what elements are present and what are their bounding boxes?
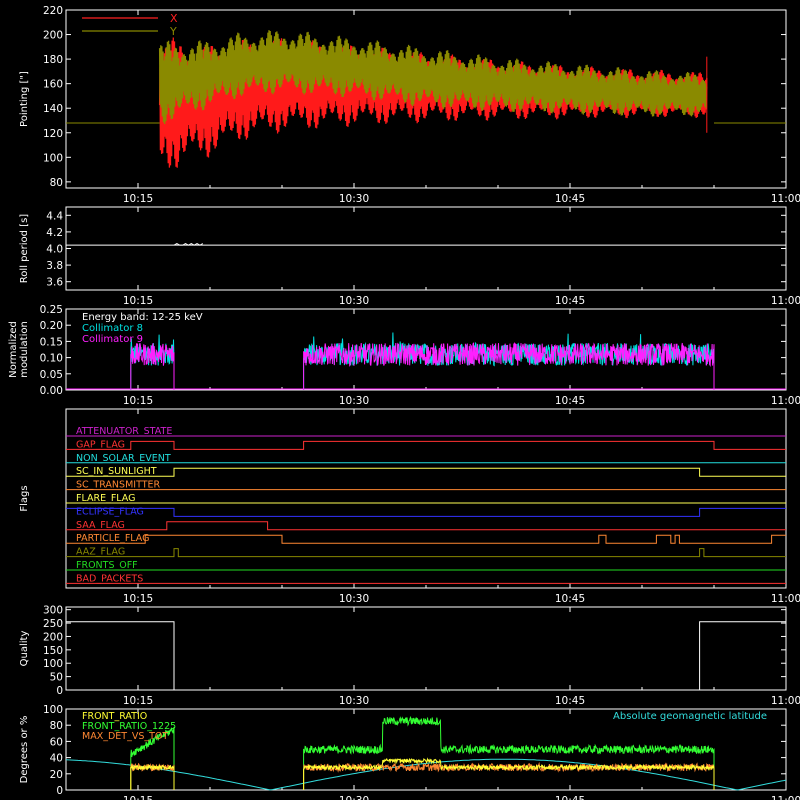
legend-label: Collimator 9 [82,334,143,345]
x-tick-label: 10:15 [123,695,153,707]
y-tick-label: 100 [43,704,63,716]
flag-line [66,548,786,558]
panel-modulation: 10:1510:3010:4511:0011:1511:3011:450.000… [8,304,800,407]
x-tick-label: 11:00 [771,193,800,205]
flag-label: SC_IN_SUNLIGHT [76,466,157,477]
flag-label: BAD_PACKETS [76,573,143,584]
flag-label: SC_TRANSMITTER [76,480,161,491]
x-tick-label: 10:15 [123,593,153,605]
y-tick-label: 160 [43,79,63,91]
y-tick-label: 80 [50,720,63,732]
y-tick-label: 50 [50,672,63,684]
panel-ratios: 10:1510:3010:4511:0011:1511:3011:4502040… [19,704,800,800]
x-tick-label: 10:45 [555,295,585,307]
y-tick-label: 0 [56,685,63,697]
y-tick-label: 220 [43,5,63,17]
panel-roll: 10:1510:3010:4511:0011:1511:3011:453.63.… [19,206,800,307]
flag-label: ECLIPSE_FLAG [76,506,144,517]
y-tick-label: 200 [43,30,63,42]
x-tick-label: 10:45 [555,193,585,205]
y-tick-label: 40 [50,753,63,765]
legend-label: Collimator 8 [82,323,143,334]
y-tick-label: 120 [43,128,63,140]
flag-label: GAP_FLAG [76,439,125,450]
legend-label: Energy band: 12-25 keV [82,312,203,323]
y-tick-label: 3.6 [46,277,63,289]
y-tick-label: 60 [50,736,63,748]
x-tick-label: 10:30 [339,395,369,407]
flag-label: FRONTS_OFF [76,560,138,571]
x-tick-label: 10:30 [339,795,369,800]
y-axis-label: Flags [19,485,30,511]
front-ratio-line [303,757,715,790]
y-tick-label: 80 [50,177,63,189]
y-tick-label: 250 [43,618,63,630]
x-tick-label: 10:15 [123,193,153,205]
legend-label: X [170,12,178,25]
y-axis-label: Normalizedmodulation [8,321,30,378]
y-tick-label: 140 [43,103,63,115]
panel-flags: 10:1510:3010:4511:0011:1511:3011:45Flags… [19,408,800,605]
x-tick-label: 11:00 [771,295,800,307]
x-tick-label: 10:30 [339,695,369,707]
legend-label: Y [169,25,177,38]
y-tick-label: 0.25 [40,304,63,316]
y-tick-label: 0.20 [40,320,63,332]
y-tick-label: 180 [43,54,63,66]
y-axis-label: Degrees or % [19,716,30,784]
y-tick-label: 20 [50,769,63,781]
x-tick-label: 10:45 [555,795,585,800]
y-axis-label: Roll period [s] [19,214,30,283]
x-tick-label: 11:00 [771,795,800,800]
x-tick-label: 11:00 [771,695,800,707]
flag-line [66,521,786,531]
y-tick-label: 150 [43,645,63,657]
x-tick-label: 10:45 [555,395,585,407]
y-tick-label: 200 [43,631,63,643]
flag-label: SAA_FLAG [76,520,125,531]
flag-line [66,534,786,544]
y-tick-label: 0.05 [40,369,63,381]
flag-line [66,467,786,477]
x-tick-label: 11:00 [771,395,800,407]
flag-line [66,440,786,450]
y-tick-label: 0.10 [40,353,63,365]
y-axis-label: Pointing ["] [19,71,30,127]
x-tick-label: 10:45 [555,593,585,605]
y-tick-label: 4.4 [46,210,63,222]
x-tick-label: 11:00 [771,593,800,605]
panel-frame [65,206,787,291]
flag-line [66,507,786,517]
panel-pointing: 10:1510:3010:4511:0011:1511:3011:4580100… [19,5,800,205]
y-tick-label: 100 [43,152,63,164]
quality-line [66,621,786,691]
y-tick-label: 3.8 [46,260,63,272]
flag-label: ATTENUATOR_STATE [76,426,172,437]
x-tick-label: 10:45 [555,695,585,707]
panel-quality: 10:1510:3010:4511:0011:1511:3011:4505010… [19,605,800,707]
y-tick-label: 0.15 [40,336,63,348]
flag-label: PARTICLE_FLAG [76,533,149,544]
y-tick-label: 0 [56,785,63,797]
legend-label: MAX_DET_VS_TOT [82,731,168,742]
x-tick-label: 10:15 [123,395,153,407]
y-axis-label: Quality [19,631,30,667]
y-tick-label: 4.0 [46,244,63,256]
y-tick-label: 0.00 [40,385,63,397]
x-tick-label: 10:15 [123,795,153,800]
y-tick-label: 100 [43,658,63,670]
collimator-9-line [130,343,175,390]
x-tick-label: 10:15 [123,295,153,307]
flag-label: AAZ_FLAG [76,547,125,558]
x-tick-label: 10:30 [339,593,369,605]
y-tick-label: 300 [43,605,63,617]
front-ratio-1225-line [303,715,715,790]
x-tick-label: 10:30 [339,295,369,307]
x-tick-label: 10:30 [339,193,369,205]
figure: 10:1510:3010:4511:0011:1511:3011:4580100… [8,5,800,800]
flag-label: FLARE_FLAG [76,493,136,504]
y-tick-label: 4.2 [46,227,63,239]
legend-label: Absolute geomagnetic latitude [613,711,767,722]
flag-label: NON_SOLAR_EVENT [76,453,171,464]
